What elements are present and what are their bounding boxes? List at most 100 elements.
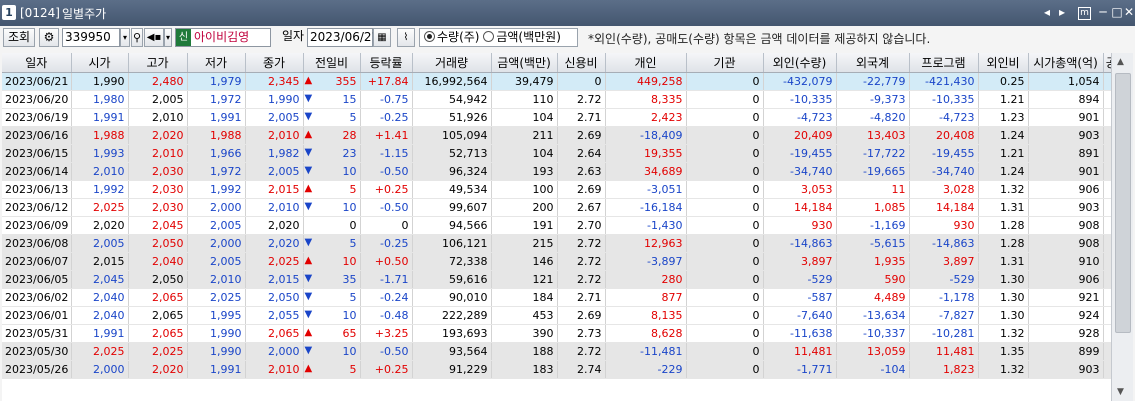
prev-window-icon[interactable]: ◂ xyxy=(1040,5,1054,19)
column-header[interactable]: 개인 xyxy=(605,53,687,73)
table-row[interactable]: 2023/06/08 2,005 2,050 2,000 2,020 ▼ 5 -0.25 106… xyxy=(2,234,1111,253)
speaker-dropdown-icon[interactable]: ▾ xyxy=(164,28,172,47)
chart-icon[interactable]: ⌇ xyxy=(397,28,415,47)
cell-value: 908 xyxy=(1078,237,1100,250)
column-header[interactable]: 외인(수량) xyxy=(763,53,837,73)
table-row[interactable]: 2023/06/01 2,040 2,065 1,995 2,055 ▼ 10 -0.48 22… xyxy=(2,306,1111,325)
table-cell: 2,005 xyxy=(245,162,304,181)
cell-value: 54,942 xyxy=(449,93,488,106)
table-row[interactable]: 2023/06/21 1,990 2,480 1,979 2,345 ▲ 355 +17.84… xyxy=(2,72,1111,91)
table-row[interactable]: 2023/06/16 1,988 2,020 1,988 2,010 ▲ 28 +1.41 10… xyxy=(2,126,1111,145)
column-header[interactable]: 저가 xyxy=(187,53,246,73)
table-row[interactable]: 2023/05/26 2,000 2,020 1,991 2,010 ▲ 5 +0.25 91,… xyxy=(2,360,1111,379)
column-header[interactable]: 신용비 xyxy=(557,53,606,73)
table-cell: 0 xyxy=(1103,144,1111,163)
stock-name-field[interactable]: 신 아이비김영 xyxy=(175,28,271,47)
column-header[interactable]: 전일비 xyxy=(303,53,361,73)
cell-value: -34,740 xyxy=(790,165,833,178)
maximize-icon[interactable]: □ xyxy=(1110,5,1124,19)
table-row[interactable]: 2023/06/12 2,025 2,030 2,000 2,010 ▼ 10 -0.50 99… xyxy=(2,198,1111,217)
down-arrow-icon: ▼ xyxy=(304,237,313,248)
memo-icon[interactable]: m xyxy=(1078,7,1091,20)
table-row[interactable]: 2023/06/14 2,010 2,030 1,972 2,005 ▼ 10 -0.50 96… xyxy=(2,162,1111,181)
calendar-icon[interactable]: ▦ xyxy=(373,28,391,47)
stock-dropdown-icon[interactable]: ▾ xyxy=(120,28,130,47)
cell-value: 10 xyxy=(342,165,357,178)
table-cell: 1,054 xyxy=(1028,72,1104,91)
cell-value: -0.75 xyxy=(380,93,409,106)
table-row[interactable]: 2023/06/15 1,993 2,010 1,966 1,982 ▼ 23 -1.15 52… xyxy=(2,144,1111,163)
cell-value: -19,455 xyxy=(932,147,975,160)
cell-value: 93,564 xyxy=(449,345,488,358)
next-window-icon[interactable]: ▸ xyxy=(1055,5,1069,19)
table-cell: 93,564 xyxy=(412,342,492,361)
cell-value: 2,020 xyxy=(93,219,125,232)
scroll-thumb[interactable] xyxy=(1115,73,1131,333)
table-cell: 2023/05/30 xyxy=(2,342,72,361)
settings-gear-icon[interactable]: ⚙ xyxy=(39,28,59,47)
table-cell: 2,045 xyxy=(128,216,188,235)
table-row[interactable]: 2023/06/19 1,991 2,010 1,991 2,005 ▼ 5 -0.25 51,… xyxy=(2,108,1111,127)
column-header[interactable]: 기관 xyxy=(686,53,764,73)
cell-value: 2,020 xyxy=(268,237,300,250)
table-cell: 2023/06/07 xyxy=(2,252,72,271)
table-cell: 11,481 xyxy=(909,342,979,361)
column-header[interactable]: 프로그램 xyxy=(909,53,979,73)
cell-value: -10,335 xyxy=(932,93,975,106)
table-cell: 2,025 xyxy=(128,342,188,361)
scroll-up-icon[interactable]: ▲ xyxy=(1117,57,1124,67)
column-header[interactable]: 시가 xyxy=(71,53,129,73)
stock-code-input[interactable]: 339950 xyxy=(62,28,120,47)
table-cell: 1,966 xyxy=(187,144,246,163)
radio-amount[interactable]: 금액(백만원) xyxy=(483,30,561,44)
column-header[interactable]: 종가 xyxy=(245,53,304,73)
column-header[interactable]: 등락률 xyxy=(360,53,413,73)
column-header[interactable]: 고가 xyxy=(128,53,188,73)
cell-value: -229 xyxy=(657,363,683,376)
cell-value: 91,229 xyxy=(449,363,488,376)
query-button[interactable]: 조회 xyxy=(3,28,35,47)
radio-quantity[interactable]: 수량(주) xyxy=(424,30,479,44)
cell-value: 2,423 xyxy=(651,111,683,124)
column-header[interactable]: 일자 xyxy=(2,53,72,73)
cell-value: 1,993 xyxy=(93,147,125,160)
table-row[interactable]: 2023/06/20 1,980 2,005 1,972 1,990 ▼ 15 -0.75 54… xyxy=(2,90,1111,109)
vertical-scrollbar[interactable]: ▲ ▼ xyxy=(1111,53,1133,401)
cell-value: 1,972 xyxy=(210,93,242,106)
table-row[interactable]: 2023/06/09 2,020 2,045 2,005 2,020 0 0 94,566 19… xyxy=(2,216,1111,235)
search-icon[interactable]: ⚲ xyxy=(131,28,143,47)
column-header[interactable]: 금액(백만) xyxy=(491,53,558,73)
close-icon[interactable]: ✕ xyxy=(1124,5,1134,19)
table-row[interactable]: 2023/06/13 1,992 2,030 1,992 2,015 ▲ 5 +0.25 49,… xyxy=(2,180,1111,199)
cell-value: 2,000 xyxy=(268,345,300,358)
table-cell: 903 xyxy=(1028,360,1104,379)
table-row[interactable]: 2023/06/02 2,040 2,065 2,025 2,050 ▼ 5 -0.24 90,… xyxy=(2,288,1111,307)
cell-value: 2.69 xyxy=(577,183,602,196)
column-header[interactable]: 외국계 xyxy=(836,53,910,73)
date-input[interactable]: 2023/06/21 xyxy=(307,28,379,47)
table-row[interactable]: 2023/05/30 2,025 2,025 1,990 2,000 ▼ 10 -0.50 93… xyxy=(2,342,1111,361)
scroll-down-icon[interactable]: ▼ xyxy=(1117,387,1124,397)
column-header[interactable]: 거래량 xyxy=(412,53,492,73)
cell-value: 2.72 xyxy=(577,345,602,358)
table-row[interactable]: 2023/06/05 2,045 2,050 2,010 2,015 ▼ 35 -1.71 59… xyxy=(2,270,1111,289)
cell-value: 2,065 xyxy=(152,291,184,304)
column-header[interactable]: 공매도(수량) xyxy=(1103,53,1111,73)
table-cell: 928 xyxy=(1028,324,1104,343)
table-cell: 2.73 xyxy=(557,324,606,343)
table-cell: 0 xyxy=(686,288,764,307)
table-cell: 1.31 xyxy=(978,198,1029,217)
table-row[interactable]: 2023/06/07 2,015 2,040 2,005 2,025 ▲ 10 +0.50 72… xyxy=(2,252,1111,271)
table-cell: +0.25 xyxy=(360,180,413,199)
cell-value: -7,827 xyxy=(939,309,975,322)
cell-value: 1,988 xyxy=(93,129,125,142)
table-cell: 1,995 xyxy=(187,306,246,325)
table-cell: 0 xyxy=(1103,90,1111,109)
table-cell: 1.30 xyxy=(978,288,1029,307)
table-row[interactable]: 2023/05/31 1,991 2,065 1,990 2,065 ▲ 65 +3.25 19… xyxy=(2,324,1111,343)
table-cell: 2,025 xyxy=(187,288,246,307)
minimize-icon[interactable]: ─ xyxy=(1096,5,1110,19)
speaker-icon[interactable]: ◀▪ xyxy=(144,28,164,47)
column-header[interactable]: 외인비 xyxy=(978,53,1029,73)
column-header[interactable]: 시가총액(억) xyxy=(1028,53,1104,73)
